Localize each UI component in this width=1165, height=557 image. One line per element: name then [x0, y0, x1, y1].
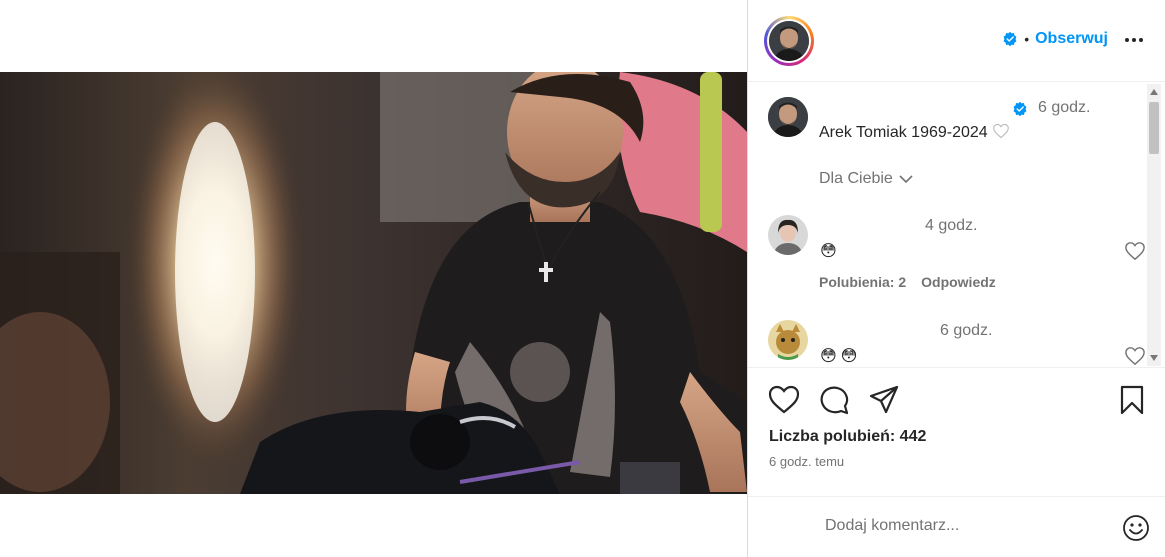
- commenter-avatar[interactable]: [768, 320, 808, 360]
- author-avatar-story[interactable]: [764, 16, 814, 66]
- chevron-down-icon: [899, 175, 913, 184]
- scroll-up-arrow-icon[interactable]: [1150, 89, 1158, 95]
- comments-scrollbar[interactable]: [1147, 84, 1161, 366]
- comment-input[interactable]: [825, 517, 1085, 535]
- comments-sort-dropdown[interactable]: Dla Ciebie: [819, 170, 913, 188]
- sort-label: Dla Ciebie: [819, 170, 893, 187]
- commenter-avatar[interactable]: [768, 215, 808, 255]
- post-actions: Liczba polubień: 442 6 godz. temu: [748, 367, 1165, 557]
- heart-icon[interactable]: [1124, 346, 1146, 366]
- verified-badge-icon: [1013, 101, 1027, 117]
- likes-count[interactable]: Liczba polubień: 442: [769, 428, 926, 446]
- comment-text: 😳: [820, 243, 841, 260]
- post-caption: 6 godz. Arek Tomiak 1969-2024: [768, 97, 1138, 147]
- more-horizontal-icon[interactable]: [1122, 28, 1146, 52]
- heart-icon[interactable]: [1124, 241, 1146, 261]
- comments-list[interactable]: 6 godz. Arek Tomiak 1969-2024 Dla Ciebie…: [748, 82, 1165, 367]
- comment-likes-count[interactable]: Polubienia: 2: [819, 274, 906, 290]
- like-heart-icon[interactable]: [768, 384, 800, 416]
- post-photo-illustration: [0, 72, 747, 494]
- follow-button[interactable]: Obserwuj: [1035, 30, 1108, 48]
- comment-icon[interactable]: [818, 384, 850, 416]
- separator-dot: •: [1024, 31, 1030, 47]
- scrollbar-thumb[interactable]: [1149, 102, 1159, 154]
- emoji-smile-icon[interactable]: [1122, 514, 1150, 542]
- author-avatar: [769, 21, 809, 61]
- media-pane: [0, 0, 747, 557]
- comment-time: 4 godz.: [925, 217, 978, 234]
- caption-heart-emoji: [992, 123, 1009, 139]
- bookmark-icon[interactable]: [1116, 384, 1148, 416]
- comment-text: 😳😳: [820, 348, 862, 365]
- comment-time: 6 godz.: [940, 322, 993, 339]
- comment-item: 6 godz. 😳😳: [768, 320, 1145, 367]
- caption-text-label: Arek Tomiak 1969-2024: [819, 124, 988, 141]
- reply-button[interactable]: Odpowiedz: [921, 274, 996, 290]
- post-header: • Obserwuj: [748, 0, 1165, 82]
- follow-area: • Obserwuj: [1002, 30, 1108, 48]
- comment-item: 4 godz. 😳 Polubienia: 2 Odpowiedz: [768, 215, 1145, 295]
- caption-author-avatar[interactable]: [768, 97, 808, 137]
- verified-badge-icon: [1003, 31, 1017, 47]
- post-side-panel: • Obserwuj 6 godz. Arek Tomiak 1969-2024…: [747, 0, 1165, 557]
- caption-text: Arek Tomiak 1969-2024: [819, 123, 1010, 142]
- share-icon[interactable]: [868, 384, 900, 416]
- add-comment-bar: [748, 496, 1165, 557]
- posted-time: 6 godz. temu: [769, 454, 845, 469]
- post-photo[interactable]: [0, 72, 747, 494]
- scroll-down-arrow-icon[interactable]: [1150, 355, 1158, 361]
- caption-time: 6 godz.: [1038, 99, 1091, 116]
- comment-meta: Polubienia: 2 Odpowiedz: [819, 274, 996, 290]
